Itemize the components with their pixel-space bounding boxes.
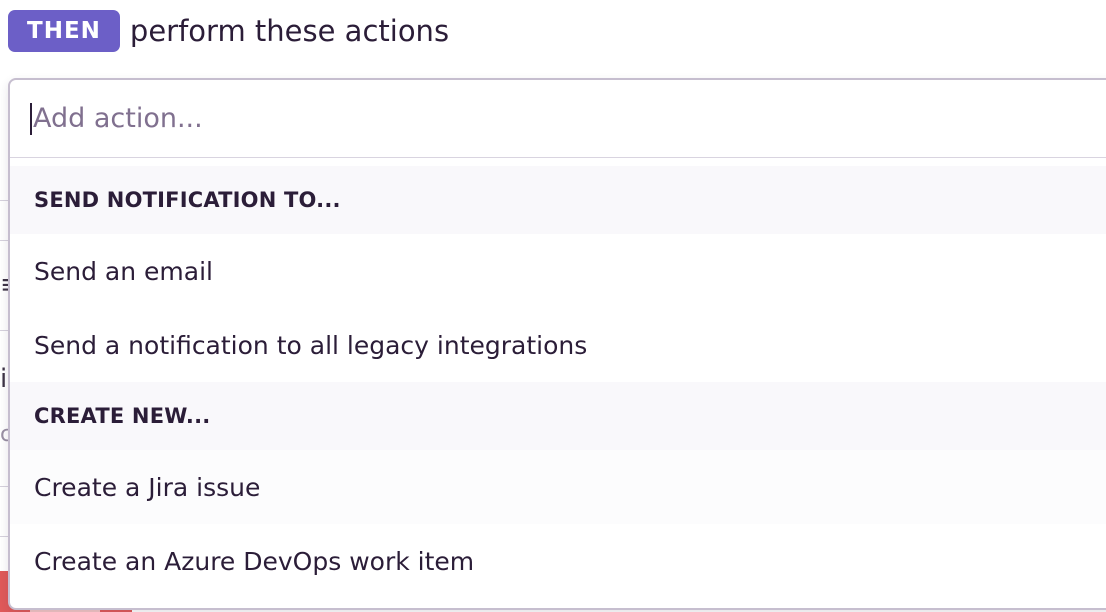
section-title: perform these actions <box>129 14 450 48</box>
add-action-select[interactable]: SEND NOTIFICATION TO... Send an email Se… <box>8 78 1106 610</box>
select-input-row[interactable] <box>10 80 1106 158</box>
then-badge: THEN <box>8 10 120 52</box>
action-dropdown-menu: SEND NOTIFICATION TO... Send an email Se… <box>10 158 1106 598</box>
group-header-send-notification: SEND NOTIFICATION TO... <box>10 166 1106 234</box>
option-create-azure-devops-work-item[interactable]: Create an Azure DevOps work item <box>10 524 1106 598</box>
option-create-jira-issue[interactable]: Create a Jira issue <box>10 450 1106 524</box>
option-send-legacy-integrations[interactable]: Send a notification to all legacy integr… <box>10 308 1106 382</box>
text-cursor <box>30 102 32 135</box>
group-header-create-new: CREATE NEW... <box>10 382 1106 450</box>
add-action-input[interactable] <box>33 103 933 134</box>
then-section-header: THEN perform these actions <box>8 10 449 52</box>
option-send-email[interactable]: Send an email <box>10 234 1106 308</box>
rule-actions-panel: ≡ i c THEN perform these actions SEND NO… <box>0 0 1106 612</box>
